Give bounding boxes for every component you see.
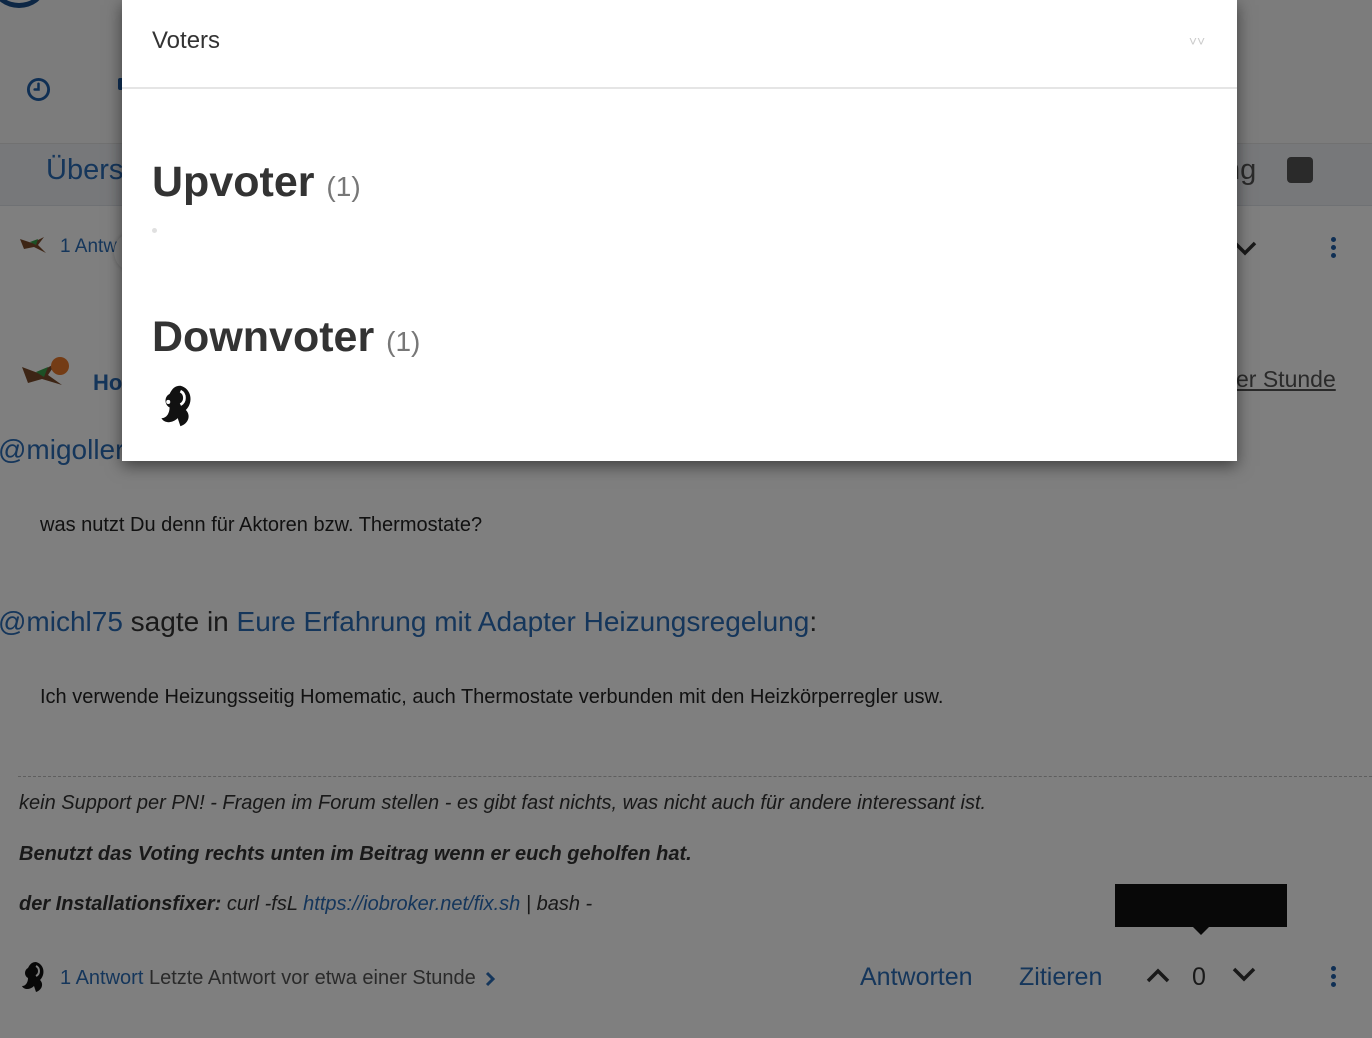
downvoter-count: (1) <box>386 326 421 357</box>
downvoter-heading: Downvoter (1) <box>152 313 421 361</box>
downvoter-avatar[interactable] <box>155 383 195 429</box>
close-icon[interactable]: ˅˅ <box>1182 30 1212 52</box>
upvoter-avatar[interactable] <box>152 228 157 233</box>
upvoter-count: (1) <box>326 171 361 202</box>
modal-header: Voters ˅˅ <box>122 0 1237 89</box>
voters-modal: Voters ˅˅ Upvoter (1) Downvoter (1) <box>122 0 1237 461</box>
upvoter-heading: Upvoter (1) <box>152 158 361 206</box>
modal-title: Voters <box>152 27 221 54</box>
